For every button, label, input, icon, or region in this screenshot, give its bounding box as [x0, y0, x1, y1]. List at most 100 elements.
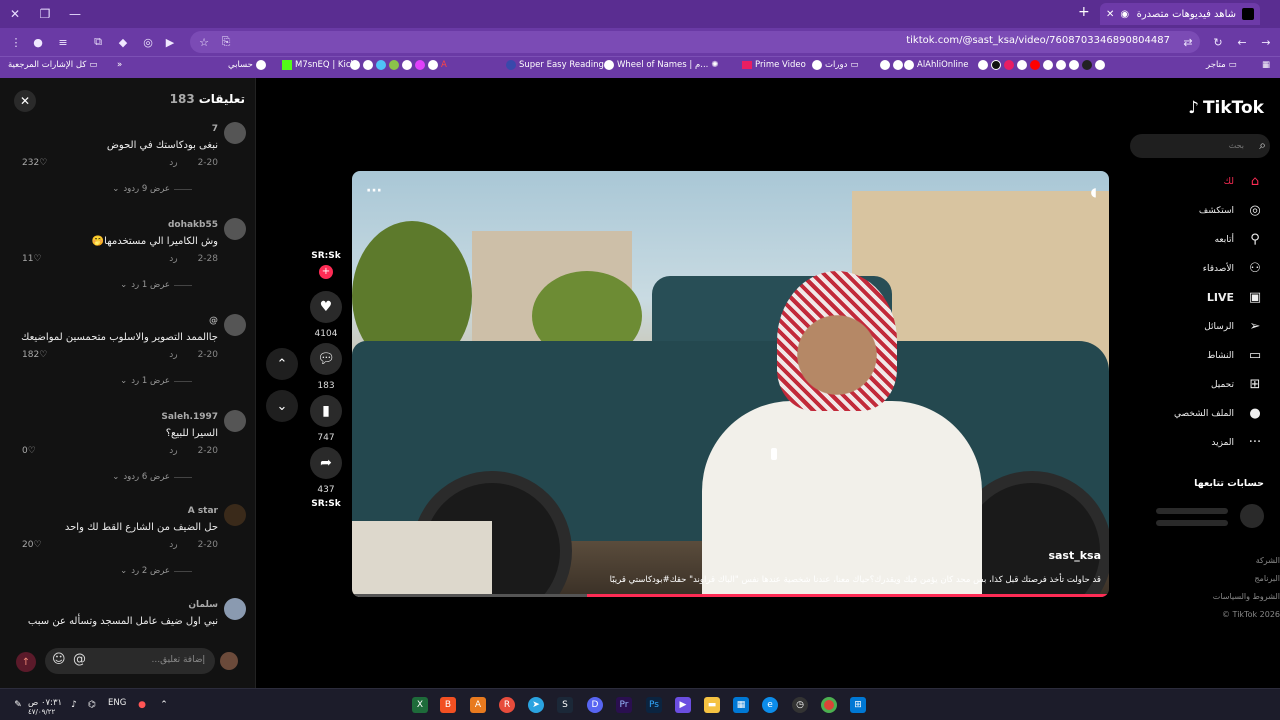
- follow-plus-icon[interactable]: +: [319, 265, 333, 279]
- video-username[interactable]: sast_ksa: [1048, 549, 1101, 562]
- nav-following[interactable]: ⚲ أتابعه: [1215, 232, 1264, 247]
- comment-username[interactable]: @: [209, 316, 218, 326]
- reply-button[interactable]: رد: [169, 350, 177, 360]
- bookmarks-overflow-icon[interactable]: »: [117, 60, 122, 70]
- photoshop-icon[interactable]: Ps: [646, 697, 662, 713]
- new-tab-button[interactable]: +: [1078, 4, 1090, 20]
- nav-for-you[interactable]: ⌂ لك: [1224, 174, 1264, 189]
- reload-icon[interactable]: ↻: [1210, 34, 1226, 50]
- store-icon[interactable]: ▦: [733, 697, 749, 713]
- app-a-icon[interactable]: A: [470, 697, 486, 713]
- media-icon[interactable]: ≡: [55, 34, 71, 50]
- comment-username[interactable]: 7: [212, 124, 218, 134]
- sound-button[interactable]: SR:Sk: [308, 499, 344, 509]
- comment-likes[interactable]: 182♡: [22, 350, 47, 360]
- tiktok-logo[interactable]: ♪ TikTok: [1188, 98, 1264, 118]
- like-button[interactable]: ♥ 4104: [308, 291, 344, 339]
- emoji-icon[interactable]: ☺: [52, 652, 66, 667]
- nav-profile[interactable]: ● الملف الشخصي: [1174, 406, 1264, 421]
- forward-icon[interactable]: ←: [1234, 34, 1250, 50]
- nav-more[interactable]: ··· المزيد: [1211, 435, 1264, 450]
- close-comments-icon[interactable]: ✕: [14, 90, 36, 112]
- avatar[interactable]: [224, 598, 246, 620]
- view-replies-button[interactable]: عرض 2 رد ⌄: [120, 566, 192, 576]
- bookmark-kick[interactable]: M7snEQ | Kick: [282, 60, 355, 70]
- bookmark-all[interactable]: كل الإشارات المرجعية ▭: [8, 60, 97, 70]
- bookmark-super-easy-reading[interactable]: Super Easy Reading: [506, 60, 604, 70]
- nav-upload[interactable]: ⊞ تحميل: [1211, 377, 1264, 392]
- minimize-icon[interactable]: —: [60, 0, 90, 28]
- chrome-icon[interactable]: [821, 697, 837, 713]
- wifi-icon[interactable]: ⌬: [84, 697, 100, 713]
- profile-icon[interactable]: ◎: [140, 34, 156, 50]
- bookmark-icons-group-2[interactable]: [880, 60, 903, 70]
- steam-icon[interactable]: S: [557, 697, 573, 713]
- nav-messages[interactable]: ➢ الرسائل: [1204, 319, 1264, 334]
- omnibox[interactable]: tiktok.com/@sast_ksa/video/7608703346890…: [190, 31, 1200, 53]
- site-settings-icon[interactable]: ⇄: [1180, 34, 1196, 50]
- share-button[interactable]: ➦ 437: [308, 447, 344, 495]
- app-clock-icon[interactable]: ◷: [792, 697, 808, 713]
- telegram-icon[interactable]: ➤: [528, 697, 544, 713]
- bookmark-alahli[interactable]: AlAhliOnline: [904, 60, 969, 70]
- search-input[interactable]: بحث: [1130, 134, 1270, 158]
- comment-username[interactable]: Saleh.1997: [161, 412, 218, 422]
- app-r-icon[interactable]: R: [499, 697, 515, 713]
- clock-date[interactable]: ٤٧/٠٩/٢٢: [28, 708, 55, 716]
- bookmark-icons-group-3[interactable]: [978, 60, 1105, 70]
- bookmark-prime-video[interactable]: Prime Video: [742, 60, 806, 70]
- microphone-icon[interactable]: ●: [134, 697, 150, 713]
- close-window-icon[interactable]: ✕: [0, 0, 30, 28]
- cast-icon[interactable]: ⎘: [218, 34, 234, 50]
- view-replies-button[interactable]: عرض 6 ردود ⌄: [112, 472, 192, 482]
- tab-audio-icon[interactable]: ◉: [1120, 9, 1129, 20]
- bookmark-my-account[interactable]: حسابي: [228, 60, 266, 70]
- file-explorer-icon[interactable]: ▬: [704, 697, 720, 713]
- language-indicator[interactable]: ENG: [108, 698, 126, 708]
- edge-icon[interactable]: e: [762, 697, 778, 713]
- comment-button[interactable]: 💬︎ 183: [308, 343, 344, 391]
- bookmark-grid-icon[interactable]: ▦: [1262, 60, 1270, 70]
- footer-company[interactable]: الشركة: [1256, 556, 1280, 565]
- mention-icon[interactable]: @: [73, 652, 86, 667]
- bookmark-wheel-of-names[interactable]: Wheel of Names | م... ✺: [604, 60, 718, 70]
- tray-overflow-icon[interactable]: ⌃: [156, 697, 172, 713]
- notification-icon[interactable]: ✎: [10, 697, 26, 713]
- volume-icon[interactable]: ♪: [66, 697, 82, 713]
- nav-activity[interactable]: ▭ النشاط: [1207, 348, 1264, 363]
- view-replies-button[interactable]: عرض 1 رد ⌄: [120, 376, 192, 386]
- send-comment-button[interactable]: ↑: [16, 652, 36, 672]
- avatar[interactable]: [224, 122, 246, 144]
- shield-icon[interactable]: ◆: [115, 34, 131, 50]
- nav-live[interactable]: ▣ LIVE: [1207, 290, 1264, 305]
- search-icon[interactable]: ⌕: [1259, 138, 1266, 153]
- reply-button[interactable]: رد: [169, 254, 177, 264]
- avatar[interactable]: [224, 504, 246, 526]
- previous-video-button[interactable]: ⌃: [266, 348, 298, 380]
- tab-close-icon[interactable]: ✕: [1106, 9, 1114, 20]
- comment-likes[interactable]: 20♡: [22, 540, 42, 550]
- app-play-icon[interactable]: ▶: [675, 697, 691, 713]
- comment-likes[interactable]: 0♡: [22, 446, 36, 456]
- nav-friends[interactable]: ⚇ الأصدقاء: [1203, 261, 1264, 276]
- more-options-icon[interactable]: ···: [366, 183, 382, 199]
- avatar[interactable]: [224, 218, 246, 240]
- extension-icon[interactable]: ●: [30, 34, 46, 50]
- discord-icon[interactable]: D: [587, 697, 603, 713]
- back-icon[interactable]: →: [1258, 34, 1274, 50]
- bookmark-stores[interactable]: متاجر ▭: [1206, 60, 1237, 70]
- comment-username[interactable]: سلمان: [188, 600, 218, 610]
- bookmark-star-icon[interactable]: ☆: [196, 34, 212, 50]
- comment-likes[interactable]: 232♡: [22, 158, 47, 168]
- reply-button[interactable]: رد: [169, 540, 177, 550]
- video-progress-track[interactable]: [352, 594, 1109, 597]
- nav-explore[interactable]: ◎ استكشف: [1199, 203, 1264, 218]
- brave-icon[interactable]: B: [440, 697, 456, 713]
- save-button[interactable]: ▮ 747: [308, 395, 344, 443]
- excel-icon[interactable]: X: [412, 697, 428, 713]
- comment-input[interactable]: إضافة تعليق...: [45, 648, 215, 674]
- active-tab[interactable]: ✕ ◉ شاهد فيديوهات متصدرة | :k: [1100, 3, 1260, 25]
- avatar[interactable]: [224, 314, 246, 336]
- footer-terms[interactable]: الشروط والسياسات: [1213, 592, 1280, 601]
- reply-button[interactable]: رد: [169, 446, 177, 456]
